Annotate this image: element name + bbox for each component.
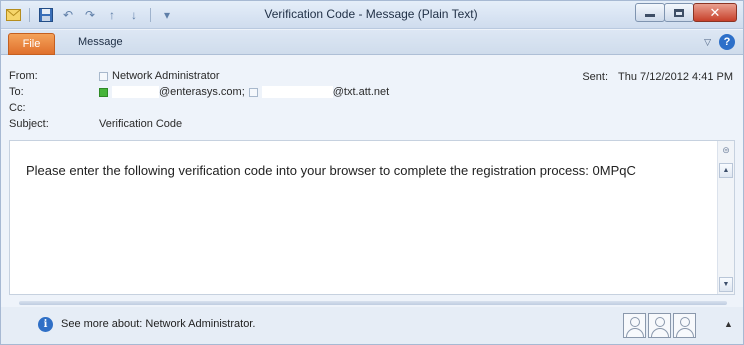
to-label: To:: [9, 86, 24, 98]
help-icon[interactable]: ?: [719, 34, 735, 50]
save-icon[interactable]: [38, 7, 54, 23]
to-row: To: @enterasys.com; @txt.att.net: [9, 85, 509, 99]
customize-toolbar-icon[interactable]: ▾: [159, 7, 175, 23]
person-head-icon: [630, 317, 640, 327]
chevron-down-icon[interactable]: ▽: [704, 37, 711, 48]
vertical-scrollbar[interactable]: ⊜ ▲ ▼: [717, 141, 734, 294]
presence-icon: [248, 87, 258, 97]
close-button[interactable]: ✕: [693, 3, 737, 22]
ribbon-tab-strip: File Message ▽ ?: [1, 30, 743, 55]
undo-icon[interactable]: ↶: [60, 7, 76, 23]
redo-icon[interactable]: ↷: [82, 7, 98, 23]
scroll-up-button[interactable]: ▲: [719, 163, 733, 178]
person-body-icon: [626, 328, 644, 337]
avatar[interactable]: [623, 313, 646, 338]
people-pane-splitter[interactable]: [19, 301, 727, 305]
maximize-icon: [674, 8, 684, 17]
presence-icon: [99, 71, 108, 81]
up-arrow-icon[interactable]: ↑: [104, 7, 120, 23]
subject-value: Verification Code: [99, 118, 183, 130]
cc-row: Cc:: [9, 101, 209, 115]
person-body-icon: [676, 328, 694, 337]
redacted-address: [261, 86, 333, 98]
close-icon: ✕: [709, 5, 721, 20]
person-head-icon: [680, 317, 690, 327]
to-recipient-2[interactable]: @txt.att.net: [333, 86, 389, 98]
minimize-icon: [645, 14, 655, 17]
presence-online-icon: [99, 87, 108, 97]
message-body-text[interactable]: Please enter the following verification …: [26, 163, 708, 178]
to-recipient-1[interactable]: @enterasys.com;: [159, 86, 245, 98]
avatar[interactable]: [648, 313, 671, 338]
people-pane: i See more about: Network Administrator.…: [1, 307, 743, 344]
window-title: Verification Code - Message (Plain Text): [264, 7, 478, 21]
sent-info: Sent: Thu 7/12/2012 4:41 PM: [582, 71, 733, 83]
tab-file[interactable]: File: [8, 33, 55, 55]
from-label: From:: [9, 70, 38, 82]
tab-message[interactable]: Message: [78, 36, 123, 48]
ribbon-controls: ▽ ?: [704, 34, 735, 50]
sent-label: Sent:: [582, 71, 609, 83]
scroll-down-button[interactable]: ▼: [719, 277, 733, 292]
cc-label: Cc:: [9, 102, 26, 114]
subject-label: Subject:: [9, 118, 49, 130]
toolbar-separator: [29, 8, 30, 22]
title-bar: ↶ ↷ ↑ ↓ ▾ Verification Code - Message (P…: [1, 1, 743, 29]
from-value[interactable]: Network Administrator: [99, 70, 220, 82]
from-row: From: Network Administrator: [9, 69, 509, 83]
person-body-icon: [651, 328, 669, 337]
to-value: @enterasys.com; @txt.att.net: [99, 86, 389, 98]
ruler-icon[interactable]: ⊜: [720, 145, 732, 159]
mail-icon[interactable]: [5, 7, 21, 23]
avatar[interactable]: [673, 313, 696, 338]
maximize-button[interactable]: [664, 3, 694, 22]
expand-people-pane-icon[interactable]: ▲: [724, 319, 733, 329]
message-header: From: Network Administrator To: @enteras…: [1, 56, 743, 141]
message-window: ↶ ↷ ↑ ↓ ▾ Verification Code - Message (P…: [0, 0, 744, 345]
redacted-address: [112, 86, 159, 98]
avatar-strip: [623, 313, 696, 338]
message-body[interactable]: Please enter the following verification …: [9, 140, 735, 295]
person-head-icon: [655, 317, 665, 327]
minimize-button[interactable]: [635, 3, 665, 22]
quick-access-toolbar: ↶ ↷ ↑ ↓ ▾: [5, 6, 175, 24]
window-controls: ✕: [635, 3, 737, 22]
people-pane-text[interactable]: See more about: Network Administrator.: [61, 318, 255, 330]
sent-value: Thu 7/12/2012 4:41 PM: [618, 71, 733, 83]
toolbar-separator: [150, 8, 151, 22]
down-arrow-icon[interactable]: ↓: [126, 7, 142, 23]
info-icon: i: [38, 317, 53, 332]
from-name[interactable]: Network Administrator: [112, 70, 220, 82]
subject-row: Subject: Verification Code: [9, 117, 309, 131]
